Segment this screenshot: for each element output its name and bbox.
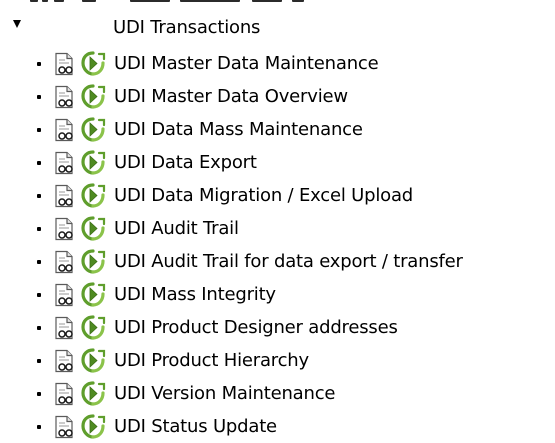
- tree-item-udi-master-data-maintenance[interactable]: UDI Master Data Maintenance: [0, 47, 555, 80]
- execute-transaction-icon: [81, 282, 106, 307]
- document-glasses-icon: [55, 250, 73, 274]
- transaction-label: UDI Audit Trail: [114, 218, 239, 239]
- transaction-label: UDI Audit Trail for data export / transf…: [114, 251, 463, 272]
- execute-transaction-icon: [81, 216, 106, 241]
- tree-item-udi-master-data-overview[interactable]: UDI Master Data Overview: [0, 80, 555, 113]
- document-glasses-icon: [55, 52, 73, 76]
- bullet-icon: [37, 128, 41, 132]
- bullet-icon: [37, 95, 41, 99]
- document-glasses-icon: [55, 151, 73, 175]
- tree-item-udi-product-hierarchy[interactable]: UDI Product Hierarchy: [0, 344, 555, 377]
- document-glasses-icon: [55, 349, 73, 373]
- tree-item-udi-audit-trail-data-export[interactable]: UDI Audit Trail for data export / transf…: [0, 245, 555, 278]
- transaction-label: UDI Product Hierarchy: [114, 350, 309, 371]
- execute-transaction-icon: [81, 183, 106, 208]
- bullet-icon: [37, 326, 41, 330]
- transaction-list: UDI Master Data Maintenance UDI Master D…: [0, 47, 555, 443]
- tree-folder-udi-transactions[interactable]: UDI Transactions: [0, 14, 555, 42]
- tree-item-udi-product-designer-addresses[interactable]: UDI Product Designer addresses: [0, 311, 555, 344]
- execute-transaction-icon: [81, 414, 106, 439]
- tree-item-udi-data-mass-maintenance[interactable]: UDI Data Mass Maintenance: [0, 113, 555, 146]
- bullet-icon: [37, 161, 41, 165]
- execute-transaction-icon: [81, 381, 106, 406]
- transaction-label: UDI Mass Integrity: [114, 284, 276, 305]
- execute-transaction-icon: [81, 150, 106, 175]
- bullet-icon: [37, 62, 41, 66]
- document-glasses-icon: [55, 283, 73, 307]
- document-glasses-icon: [55, 184, 73, 208]
- tree-item-udi-audit-trail[interactable]: UDI Audit Trail: [0, 212, 555, 245]
- document-glasses-icon: [55, 85, 73, 109]
- triangle-down-icon[interactable]: [13, 20, 21, 28]
- bullet-icon: [37, 260, 41, 264]
- transaction-label: UDI Status Update: [114, 416, 277, 437]
- bullet-icon: [37, 293, 41, 297]
- document-glasses-icon: [55, 118, 73, 142]
- bullet-icon: [37, 194, 41, 198]
- execute-transaction-icon: [81, 315, 106, 340]
- document-glasses-icon: [55, 316, 73, 340]
- transaction-label: UDI Version Maintenance: [114, 383, 336, 404]
- execute-transaction-icon: [81, 117, 106, 142]
- document-glasses-icon: [55, 382, 73, 406]
- bullet-icon: [37, 425, 41, 429]
- tree-item-udi-data-export[interactable]: UDI Data Export: [0, 146, 555, 179]
- execute-transaction-icon: [81, 51, 106, 76]
- execute-transaction-icon: [81, 348, 106, 373]
- tree-item-udi-data-migration-excel-upload[interactable]: UDI Data Migration / Excel Upload: [0, 179, 555, 212]
- tree-item-udi-status-update[interactable]: UDI Status Update: [0, 410, 555, 443]
- bullet-icon: [37, 359, 41, 363]
- document-glasses-icon: [55, 217, 73, 241]
- transaction-label: UDI Product Designer addresses: [114, 317, 398, 338]
- transaction-label: UDI Data Export: [114, 152, 257, 173]
- execute-transaction-icon: [81, 249, 106, 274]
- execute-transaction-icon: [81, 84, 106, 109]
- transaction-label: UDI Data Mass Maintenance: [114, 119, 363, 140]
- transaction-label: UDI Master Data Overview: [114, 86, 348, 107]
- tree-item-udi-version-maintenance[interactable]: UDI Version Maintenance: [0, 377, 555, 410]
- bullet-icon: [37, 227, 41, 231]
- document-glasses-icon: [55, 415, 73, 439]
- folder-label: UDI Transactions: [113, 17, 261, 38]
- transaction-label: UDI Data Migration / Excel Upload: [114, 185, 414, 206]
- clipped-previous-row: [30, 0, 330, 4]
- transaction-label: UDI Master Data Maintenance: [114, 53, 379, 74]
- tree-item-udi-mass-integrity[interactable]: UDI Mass Integrity: [0, 278, 555, 311]
- bullet-icon: [37, 392, 41, 396]
